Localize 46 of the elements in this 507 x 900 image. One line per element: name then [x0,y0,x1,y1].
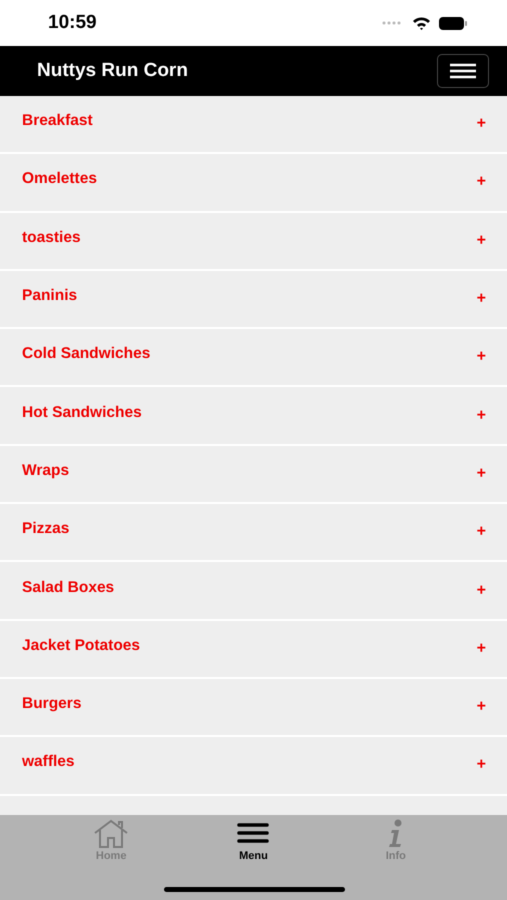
category-label: Hot Sandwiches [22,404,142,422]
category-label: waffles [22,753,75,772]
expand-icon: + [476,464,486,483]
category-label: Burgers [22,695,82,714]
wifi-icon [412,16,431,30]
tab-item[interactable]: Home [76,819,146,862]
tab-item[interactable]: Info [360,819,431,862]
menu-button[interactable] [437,54,489,88]
expand-icon: + [476,698,486,716]
category-label: Wraps [22,462,70,480]
expand-icon: + [476,232,486,250]
category-row[interactable]: Paninis + [0,270,507,328]
category-row[interactable]: Cold Sandwiches + [0,329,507,386]
category-label: Omelettes [22,170,97,188]
status-time: 10:59 [48,12,97,34]
category-label: Cold Sandwiches [22,345,150,364]
app-title: Nuttys Run Corn [37,60,188,82]
category-row[interactable]: waffles + [0,737,507,794]
category-label: Breakfast [22,112,93,130]
expand-icon: + [476,115,486,134]
expand-icon: + [476,640,486,658]
expand-icon: + [476,348,486,366]
category-row[interactable]: Pizzas + [0,504,507,560]
menu-icon [450,63,476,79]
category-row[interactable]: Wraps + [0,446,507,502]
category-row[interactable]: Jacket Potatoes + [0,620,507,677]
expand-icon: + [476,173,486,192]
expand-icon: + [476,406,486,425]
category-row[interactable]: Omelettes + [0,154,507,211]
expand-icon: + [476,582,486,600]
expand-icon: + [476,523,486,542]
expand-icon: + [476,290,486,308]
category-row[interactable]: Salad Boxes + [0,562,507,619]
category-label: toasties [22,228,81,247]
category-label: Jacket Potatoes [22,636,140,655]
battery-icon [439,16,467,30]
category-row[interactable]: Burgers + [0,678,507,736]
tab-item[interactable]: Menu [218,819,288,862]
category-row[interactable]: Hot Sandwiches + [0,387,507,444]
category-label: Salad Boxes [22,578,114,597]
home-icon [93,819,130,849]
expand-icon: + [476,756,486,774]
category-row[interactable]: Breakfast + [0,96,507,152]
category-label: Paninis [22,287,78,306]
category-row[interactable]: toasties + [0,212,507,269]
category-label: Pizzas [22,520,70,538]
